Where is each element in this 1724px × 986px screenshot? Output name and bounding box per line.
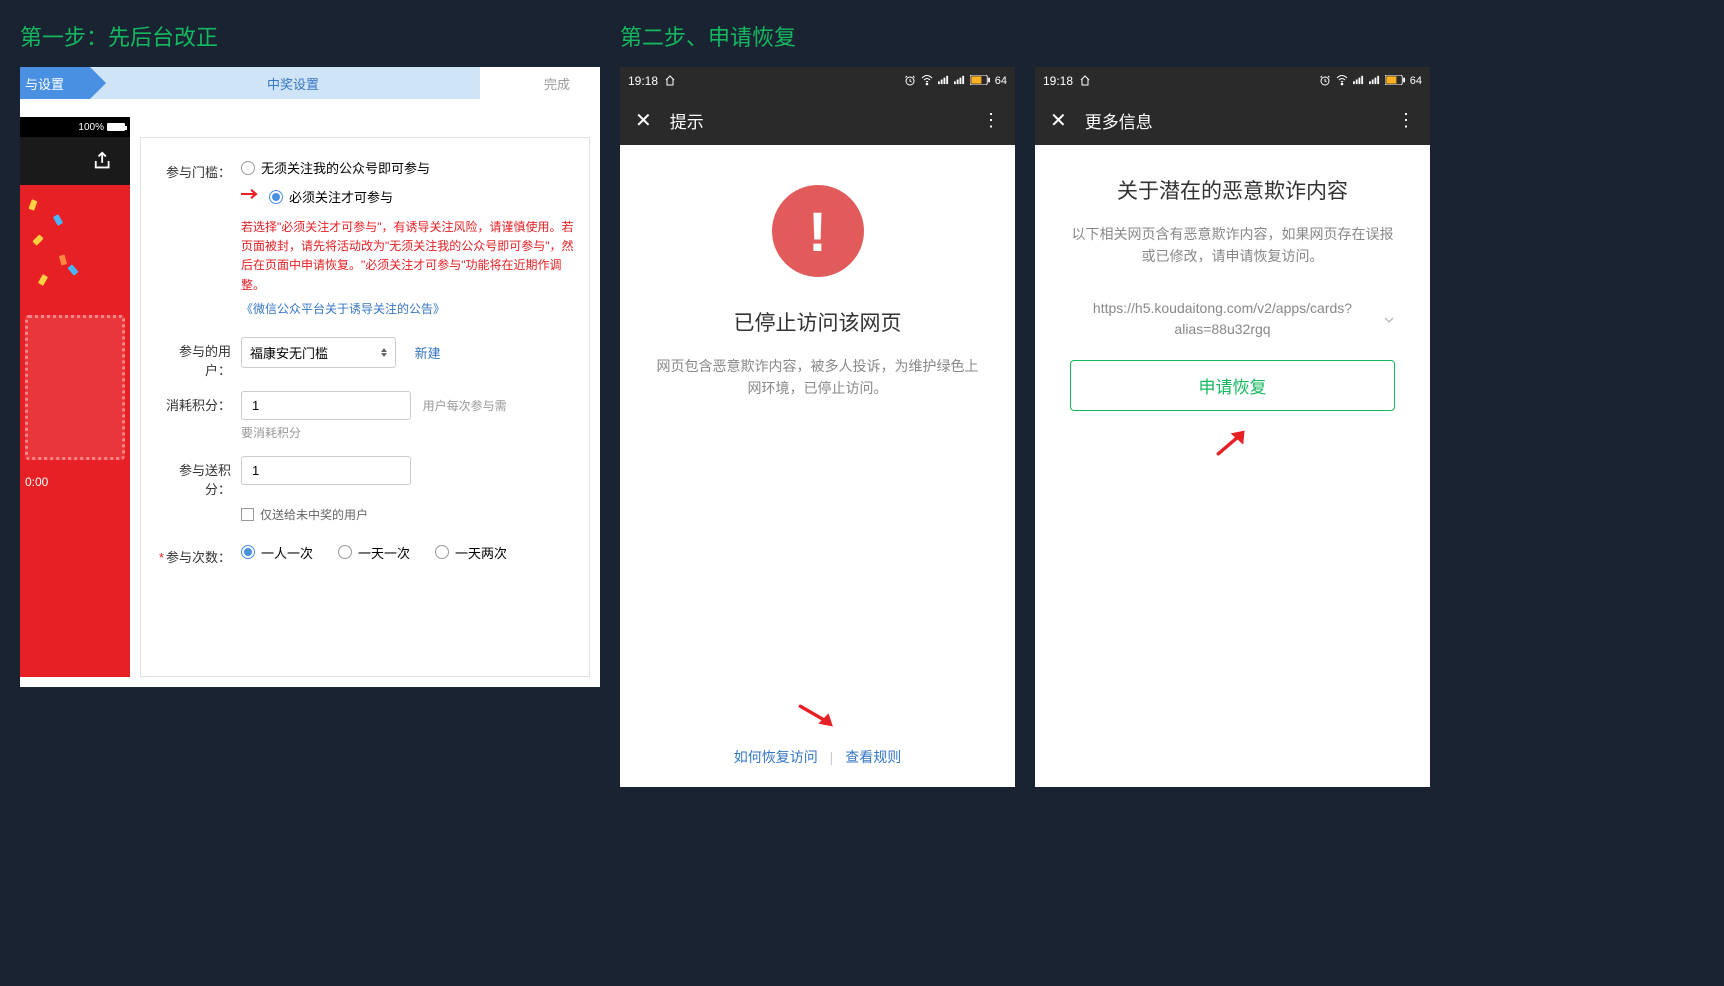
phone-moreinfo: 19:18 (1035, 67, 1430, 787)
step-tabs: 与设置 中奖设置 完成 (20, 67, 600, 99)
step1-title: 第一步：先后台改正 (20, 20, 600, 52)
more-icon[interactable]: ⋮ (1397, 110, 1415, 131)
android-status-bar: 19:18 (620, 67, 1015, 95)
share-icon[interactable] (93, 150, 115, 172)
header-title: 提示 (670, 108, 704, 133)
bonus-input[interactable] (241, 456, 411, 485)
tab-prize[interactable]: 中奖设置 (90, 67, 480, 99)
user-label: 参与的用户： (156, 337, 241, 379)
battery-icon (1385, 75, 1405, 88)
pointer-arrow-icon (241, 187, 261, 206)
threshold-opt-nofollow[interactable]: 无须关注我的公众号即可参与 (241, 158, 574, 177)
malicious-heading: 关于潜在的恶意欺诈内容 (1117, 175, 1348, 205)
preview-time: 0:00 (20, 470, 130, 499)
blocked-heading: 已停止访问该网页 (734, 307, 902, 337)
apply-restore-button[interactable]: 申请恢复 (1070, 360, 1395, 411)
how-restore-link[interactable]: 如何恢复访问 (734, 749, 818, 765)
wechat-header: ✕ 更多信息 ⋮ (1035, 95, 1430, 145)
phone-blocked: 19:18 (620, 67, 1015, 787)
alarm-icon (1319, 74, 1331, 89)
malicious-desc: 以下相关网页含有恶意欺诈内容，如果网页存在误报或已修改，请申请恢复访问。 (1070, 223, 1395, 268)
count-opt-once[interactable]: 一人一次 (241, 543, 313, 562)
url-row[interactable]: https://h5.koudaitong.com/v2/apps/cards?… (1070, 298, 1395, 340)
signal-icon-2 (1369, 74, 1380, 88)
battery-percent: 100% (78, 122, 104, 133)
wifi-icon (921, 74, 933, 89)
pointer-arrow-icon (1212, 426, 1254, 463)
threshold-opt-follow[interactable]: 必须关注才可参与 (269, 187, 393, 206)
signal-icon (938, 74, 949, 88)
phone-preview: 100% 0:00 (20, 117, 130, 677)
count-label: 参与次数： (156, 543, 241, 566)
threshold-label: 参与门槛： (156, 158, 241, 181)
more-icon[interactable]: ⋮ (982, 110, 1000, 131)
step2-title: 第二步、申请恢复 (620, 20, 1430, 52)
pointer-arrow-icon (795, 702, 840, 737)
cost-label: 消耗积分： (156, 391, 241, 414)
wechat-header: ✕ 提示 ⋮ (620, 95, 1015, 145)
home-icon (1079, 74, 1091, 89)
form-panel: 参与门槛： 无须关注我的公众号即可参与 必须关注才可 (140, 137, 590, 677)
select-chevron-icon (381, 348, 387, 357)
android-status-bar: 19:18 (1035, 67, 1430, 95)
settings-panel: 与设置 中奖设置 完成 100% (20, 67, 600, 687)
count-opt-daily2[interactable]: 一天两次 (435, 543, 507, 562)
tab-done[interactable]: 完成 (480, 67, 600, 99)
battery-icon (970, 75, 990, 88)
signal-icon (1353, 74, 1364, 88)
view-rules-link[interactable]: 查看规则 (845, 749, 901, 765)
cost-hint2: 要消耗积分 (241, 424, 574, 441)
new-link[interactable]: 新建 (415, 346, 441, 361)
alarm-icon (904, 74, 916, 89)
wechat-policy-link[interactable]: 《微信公众平台关于诱导关注的公告》 (241, 300, 574, 317)
user-select[interactable]: 福康安无门槛 (241, 337, 396, 368)
count-opt-daily[interactable]: 一天一次 (338, 543, 410, 562)
tab-settings[interactable]: 与设置 (20, 67, 90, 99)
blocked-desc: 网页包含恶意欺诈内容，被多人投诉，为维护绿色上网环境，已停止访问。 (650, 355, 985, 400)
home-icon (664, 74, 676, 89)
chevron-down-icon (1383, 313, 1395, 325)
warning-text: 若选择"必须关注才可参与"，有诱导关注风险，请谨慎使用。若页面被封，请先将活动改… (241, 218, 574, 295)
alert-icon: ! (772, 185, 864, 277)
signal-icon-2 (954, 74, 965, 88)
bonus-checkbox[interactable]: 仅送给未中奖的用户 (241, 506, 574, 523)
bonus-label: 参与送积分： (156, 456, 241, 498)
close-icon[interactable]: ✕ (1050, 108, 1067, 133)
wifi-icon (1336, 74, 1348, 89)
cost-hint: 用户每次参与需 (423, 399, 507, 413)
blocked-url: https://h5.koudaitong.com/v2/apps/cards?… (1070, 298, 1375, 340)
cost-input[interactable] (241, 391, 411, 420)
close-icon[interactable]: ✕ (635, 108, 652, 133)
header-title: 更多信息 (1085, 108, 1153, 133)
